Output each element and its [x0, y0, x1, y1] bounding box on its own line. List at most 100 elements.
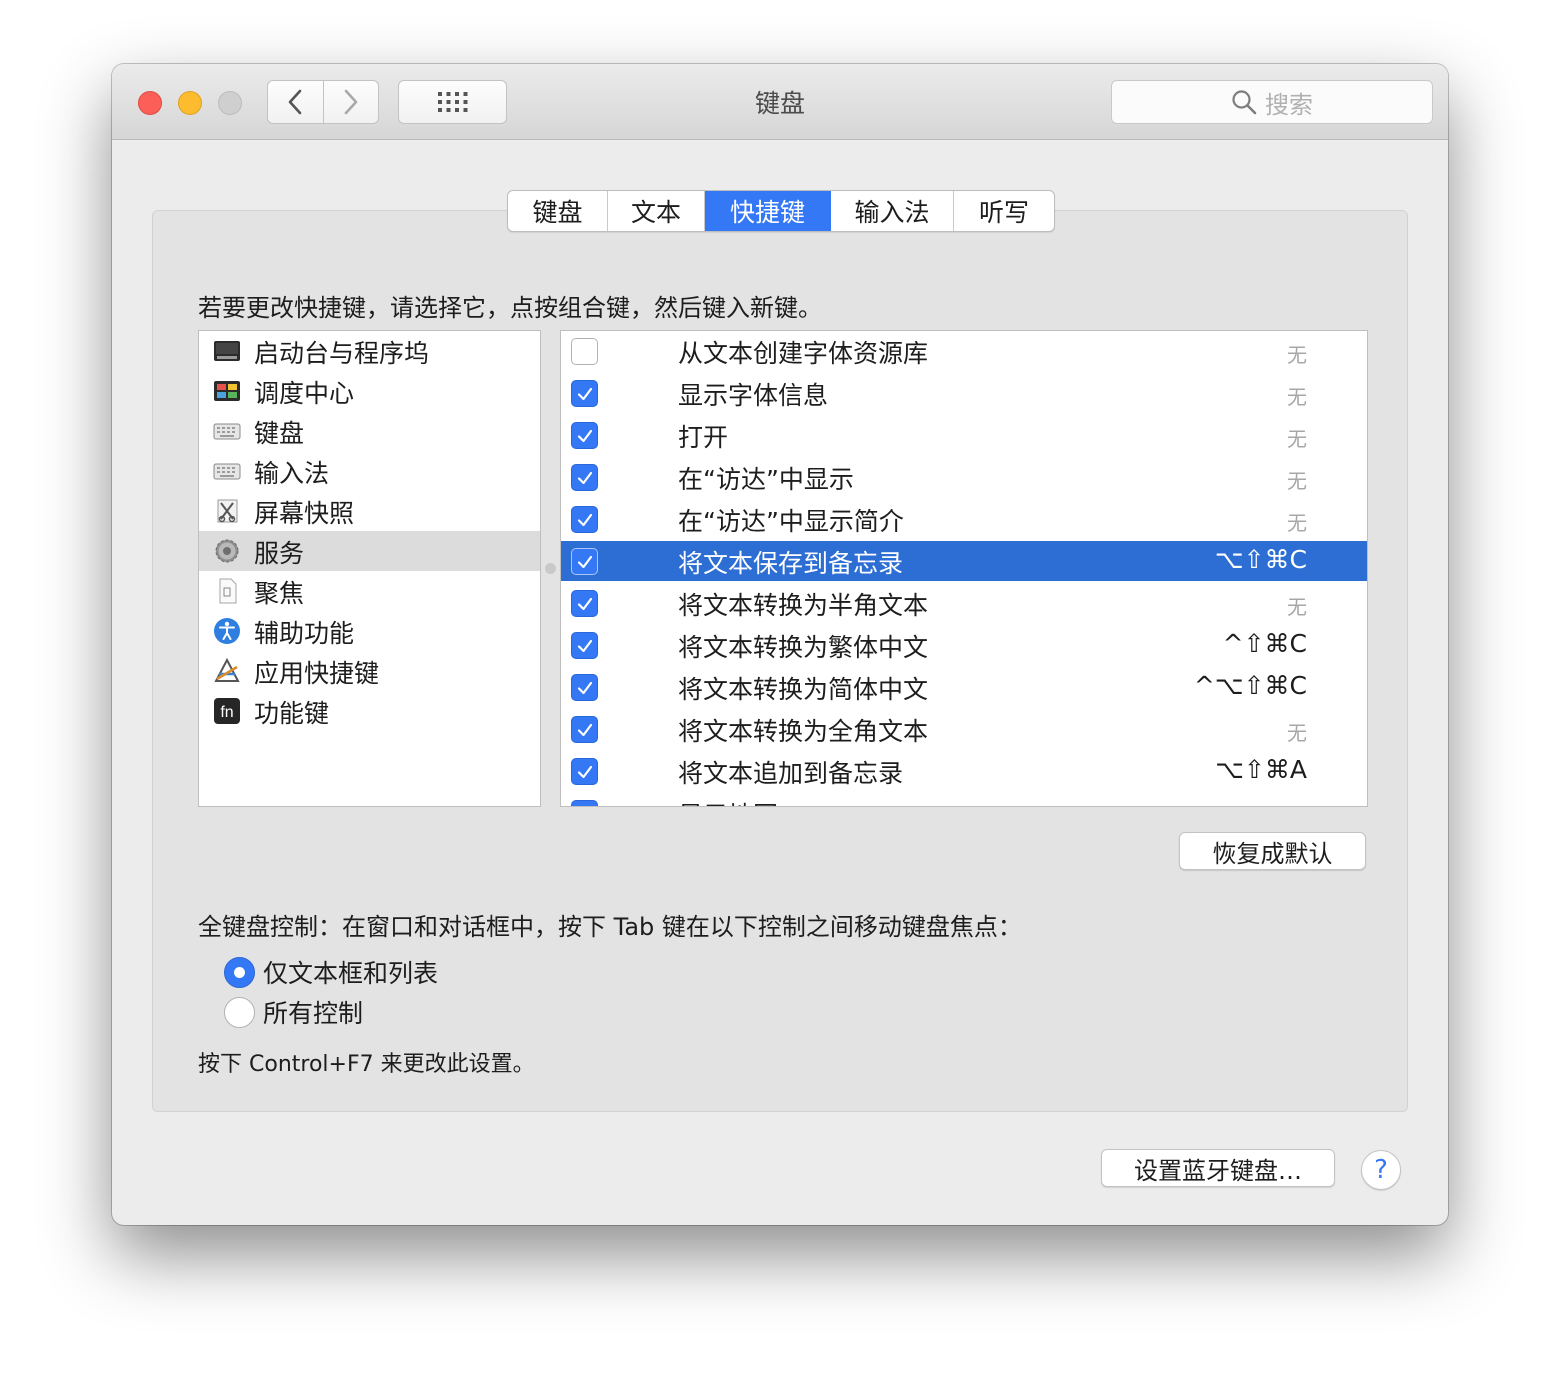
category-item-function-keys[interactable]: fn 功能键: [199, 691, 540, 731]
svg-text:fn: fn: [220, 704, 233, 721]
checkmark-icon: [577, 387, 592, 400]
tab-keyboard[interactable]: 键盘: [508, 191, 608, 231]
accessibility-icon: [214, 618, 240, 644]
shortcut-row[interactable]: 将文本转换为全角文本 无: [561, 709, 1367, 749]
shortcut-row[interactable]: 在“访达”中显示简介 无: [561, 499, 1367, 539]
search-icon: [1232, 90, 1257, 115]
category-item-screenshots[interactable]: 屏幕快照: [199, 491, 540, 531]
full-keyboard-access-description: 全键盘控制：在窗口和对话框中，按下 Tab 键在以下控制之间移动键盘焦点：: [198, 913, 1022, 941]
category-item-app-shortcuts[interactable]: 应用快捷键: [199, 651, 540, 691]
tab-shortcuts[interactable]: 快捷键: [705, 191, 831, 231]
services-gear-icon: [215, 539, 239, 563]
shortcut-row[interactable]: 将文本转换为繁体中文 ^⇧⌘C: [561, 625, 1367, 665]
category-label: 调度中心: [254, 379, 355, 408]
category-item-mission-control[interactable]: 调度中心: [199, 371, 540, 411]
category-label: 功能键: [254, 699, 330, 728]
shortcut-row-selected[interactable]: 将文本保存到备忘录 ⌥⇧⌘C: [561, 541, 1367, 581]
shortcut-key: 无: [1287, 427, 1307, 451]
category-item-spotlight[interactable]: 聚焦: [199, 571, 540, 611]
help-button[interactable]: ?: [1361, 1150, 1401, 1190]
category-label: 启动台与程序坞: [254, 339, 430, 368]
category-item-input-sources[interactable]: 输入法: [199, 451, 540, 491]
category-label: 屏幕快照: [254, 499, 355, 528]
title-bar: 键盘 搜索: [112, 64, 1448, 140]
checkmark-icon: [577, 555, 592, 568]
category-label: 输入法: [254, 459, 330, 488]
shortcut-row[interactable]: 显示字体信息 无: [561, 373, 1367, 413]
tab-input-sources[interactable]: 输入法: [831, 191, 954, 231]
shortcut-row[interactable]: 从文本创建字体资源库 无: [561, 331, 1367, 371]
shortcut-checkbox[interactable]: [571, 674, 598, 701]
control-f7-note: 按下 Control+F7 来更改此设置。: [198, 1052, 535, 1077]
shortcut-key: ⌥⇧⌘A: [1215, 755, 1307, 784]
shortcut-key: 无: [1287, 343, 1307, 367]
search-field[interactable]: 搜索: [1111, 80, 1433, 124]
radio-text-boxes-lists[interactable]: 仅文本框和列表: [224, 955, 438, 989]
radio-button-selected[interactable]: [224, 956, 255, 988]
shortcut-checkbox[interactable]: [571, 632, 598, 659]
input-method-icon: [213, 463, 241, 480]
radio-all-controls[interactable]: 所有控制: [224, 995, 363, 1029]
shortcut-name: 显示地图: [678, 796, 778, 806]
split-view-handle[interactable]: [545, 563, 556, 574]
checkmark-icon: [577, 765, 592, 778]
shortcut-key: ^⇧⌘C: [1222, 629, 1307, 658]
mission-control-icon: [214, 381, 240, 401]
shortcut-name: 显示字体信息: [678, 381, 829, 410]
checkmark-icon: [577, 723, 592, 736]
category-label: 键盘: [254, 419, 305, 448]
category-label: 聚焦: [254, 579, 305, 608]
shortcut-checkbox[interactable]: [571, 380, 598, 407]
shortcut-checkbox[interactable]: [571, 716, 598, 743]
tab-bar: 键盘 文本 快捷键 输入法 听写: [507, 190, 1055, 232]
shortcut-checkbox[interactable]: [571, 800, 598, 808]
checkmark-icon: [576, 805, 594, 808]
shortcut-checkbox[interactable]: [571, 464, 598, 491]
shortcut-checkbox[interactable]: [571, 338, 598, 365]
shortcut-checkbox[interactable]: [571, 422, 598, 449]
shortcut-name: 在“访达”中显示简介: [678, 507, 904, 536]
shortcut-instruction: 若要更改快捷键，请选择它，点按组合键，然后键入新键。: [198, 294, 822, 322]
shortcut-name: 将文本转换为半角文本: [678, 591, 929, 620]
category-item-services[interactable]: 服务: [199, 531, 540, 571]
tab-dictation[interactable]: 听写: [954, 191, 1054, 231]
shortcut-name: 打开: [678, 423, 729, 452]
app-shortcuts-icon: [214, 657, 240, 682]
restore-defaults-button[interactable]: 恢复成默认: [1179, 832, 1366, 870]
shortcut-name: 将文本转换为简体中文: [678, 675, 929, 704]
shortcut-key: 无: [1287, 511, 1307, 535]
checkmark-icon: [577, 681, 592, 694]
shortcut-checkbox[interactable]: [571, 548, 598, 575]
shortcut-name: 将文本追加到备忘录: [678, 759, 904, 788]
shortcut-row[interactable]: 将文本追加到备忘录 ⌥⇧⌘A: [561, 751, 1367, 791]
setup-bluetooth-keyboard-button[interactable]: 设置蓝牙键盘…: [1101, 1149, 1335, 1187]
shortcut-checkbox[interactable]: [571, 590, 598, 617]
keyboard-preferences-window: 键盘 搜索 键盘 文本 快捷键 输入法 听写 若要更改快捷键，请选择它，点按组合…: [112, 64, 1448, 1225]
category-item-launchpad-dock[interactable]: 启动台与程序坞: [199, 331, 540, 371]
checkmark-icon: [577, 597, 592, 610]
shortcut-row[interactable]: 将文本转换为半角文本 无: [561, 583, 1367, 623]
tab-text[interactable]: 文本: [608, 191, 705, 231]
shortcut-row[interactable]: 打开 无: [561, 415, 1367, 455]
shortcut-name: 将文本转换为繁体中文: [678, 633, 929, 662]
shortcut-row[interactable]: 在“访达”中显示 无: [561, 457, 1367, 497]
shortcut-name: 在“访达”中显示: [678, 465, 854, 494]
category-item-keyboard[interactable]: 键盘: [199, 411, 540, 451]
category-label: 服务: [254, 539, 305, 568]
shortcut-checkbox[interactable]: [571, 506, 598, 533]
shortcut-name: 将文本保存到备忘录: [678, 549, 904, 578]
radio-label: 仅文本框和列表: [263, 959, 439, 988]
shortcut-name: 从文本创建字体资源库: [678, 339, 929, 368]
shortcut-row-partial[interactable]: 显示地图: [561, 793, 1367, 808]
checkmark-icon: [577, 471, 592, 484]
shortcut-key: ⌥⇧⌘C: [1214, 545, 1307, 574]
shortcut-checkbox[interactable]: [571, 758, 598, 785]
checkmark-icon: [577, 429, 592, 442]
launchpad-dock-icon: [214, 341, 240, 361]
shortcut-row[interactable]: 将文本转换为简体中文 ^⌥⇧⌘C: [561, 667, 1367, 707]
search-placeholder: 搜索: [1265, 90, 1313, 119]
category-label: 辅助功能: [254, 619, 355, 648]
radio-button[interactable]: [224, 996, 255, 1028]
category-item-accessibility[interactable]: 辅助功能: [199, 611, 540, 651]
radio-dot: [234, 966, 245, 978]
